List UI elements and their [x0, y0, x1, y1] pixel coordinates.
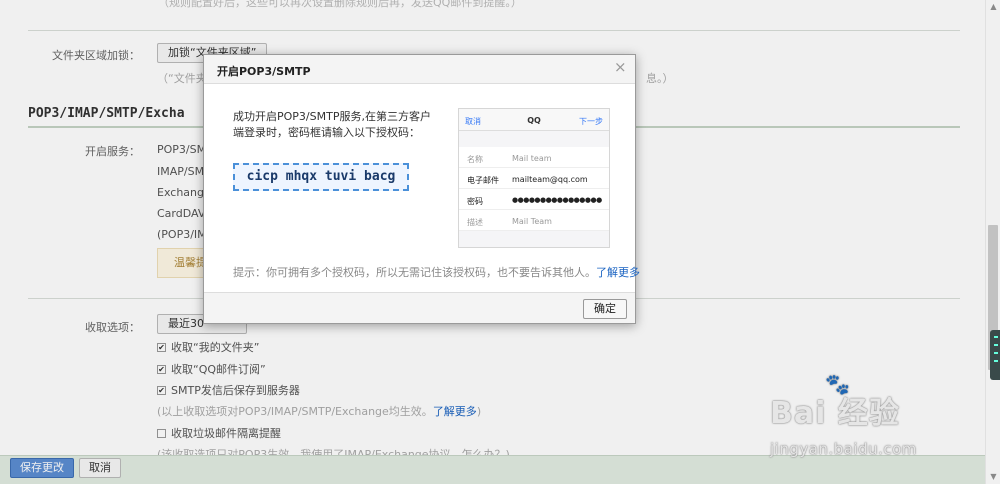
service-carddav: CardDAV: [157, 207, 206, 220]
bottom-action-bar: [0, 455, 985, 484]
phone-row-description: 描述 Mail Team: [459, 210, 609, 231]
phone-row-name: 名称 Mail team: [459, 147, 609, 168]
checkbox-checked-icon[interactable]: ✔: [157, 385, 166, 395]
confirm-button[interactable]: 确定: [583, 299, 627, 319]
watermark-logo-text: Bai 经验: [770, 396, 900, 431]
option-my-folders[interactable]: ✔ 收取“我的文件夹”: [157, 339, 259, 355]
close-icon[interactable]: ×: [614, 60, 627, 75]
phone-client-illustration: QQ 取消 下一步 名称 Mail team 电子邮件 mailteam@qq.…: [458, 108, 610, 248]
pop3-smtp-dialog: 开启POP3/SMTP × 成功开启POP3/SMTP服务,在第三方客户端登录时…: [203, 54, 640, 324]
phone-cancel: 取消: [465, 117, 481, 126]
service-note: (POP3/IM: [157, 228, 207, 241]
dialog-title: 开启POP3/SMTP: [217, 65, 311, 78]
enable-service-label: 开启服务：: [85, 145, 140, 158]
side-tool-widget[interactable]: [990, 330, 1000, 380]
checkbox-checked-icon[interactable]: ✔: [157, 342, 166, 352]
option-label: SMTP发信后保存到服务器: [171, 384, 300, 397]
authorization-code[interactable]: cicp mhqx tuvi bacg: [233, 163, 409, 191]
checkbox-checked-icon[interactable]: ✔: [157, 364, 166, 374]
dialog-message: 成功开启POP3/SMTP服务,在第三方客户端登录时，密码框请输入以下授权码：: [233, 110, 431, 139]
phone-next: 下一步: [579, 117, 603, 126]
phone-header: QQ 取消 下一步: [459, 109, 609, 131]
option-smtp-save[interactable]: ✔ SMTP发信后保存到服务器: [157, 382, 300, 398]
dialog-hint: 提示：你可拥有多个授权码，所以无需记住该授权码，也不要告诉其他人。了解更多: [233, 266, 640, 279]
option-qq-subscription[interactable]: ✔ 收取“QQ邮件订阅”: [157, 361, 266, 377]
watermark-url: jingyan.baidu.com: [770, 440, 917, 458]
service-pop3: POP3/SM: [157, 143, 207, 156]
option-label: 收取“QQ邮件订阅”: [171, 363, 266, 376]
save-changes-button[interactable]: 保存更改: [10, 458, 74, 478]
receive-options-label: 收取选项：: [85, 321, 140, 334]
option-label: 收取垃圾邮件隔离提醒: [171, 427, 281, 440]
folder-area-label: 文件夹区域加锁：: [52, 49, 140, 62]
options-note: (以上收取选项对POP3/IMAP/SMTP/Exchange均生效。了解更多): [157, 405, 482, 418]
service-imap: IMAP/SM: [157, 165, 205, 178]
cancel-button[interactable]: 取消: [79, 458, 121, 478]
scroll-up-icon[interactable]: ▲: [986, 0, 1000, 14]
scroll-down-icon[interactable]: ▼: [986, 470, 1000, 484]
top-note: （规则配置好后，这些可以再次设置删除规则后再，发送QQ邮件到提醒。）: [158, 0, 522, 9]
section-title: POP3/IMAP/SMTP/Excha: [28, 106, 185, 121]
dialog-footer: [204, 292, 635, 323]
divider: [28, 30, 960, 31]
page-scrollbar[interactable]: ▲ ▼: [985, 0, 1000, 484]
learn-more-link[interactable]: 了解更多: [433, 405, 477, 418]
folder-area-note-tail: 息。）: [646, 72, 674, 85]
phone-row-password: 密码 ●●●●●●●●●●●●●●●●: [459, 189, 609, 210]
hint-learn-more-link[interactable]: 了解更多: [596, 266, 640, 279]
option-junk-reminder[interactable]: 收取垃圾邮件隔离提醒: [157, 425, 281, 441]
option-label: 收取“我的文件夹”: [171, 341, 260, 354]
checkbox-unchecked-icon[interactable]: [157, 428, 166, 438]
phone-row-email: 电子邮件 mailteam@qq.com: [459, 168, 609, 189]
